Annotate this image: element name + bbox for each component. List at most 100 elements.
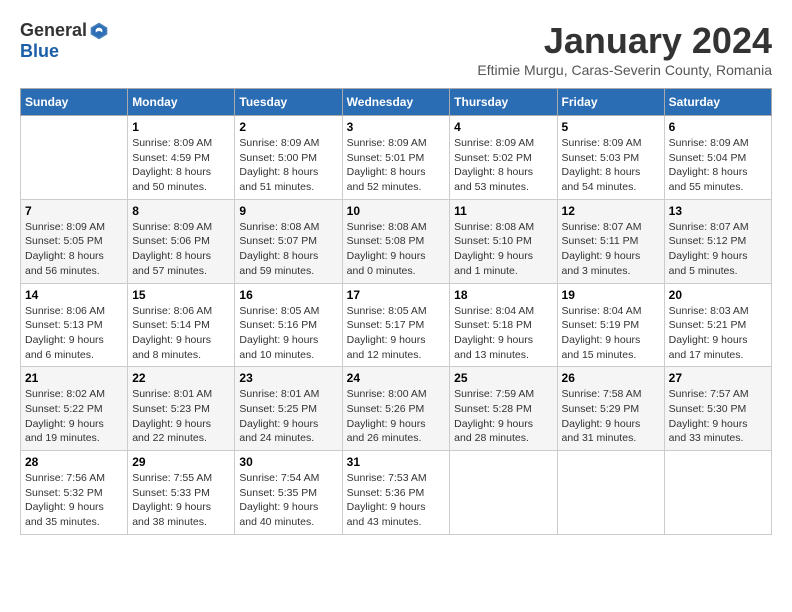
day-info: Sunrise: 7:56 AMSunset: 5:32 PMDaylight:…	[25, 471, 123, 530]
table-row	[450, 451, 557, 535]
calendar-week-row: 21 Sunrise: 8:02 AMSunset: 5:22 PMDayligh…	[21, 367, 772, 451]
day-number: 5	[562, 120, 660, 134]
day-number: 7	[25, 204, 123, 218]
day-info: Sunrise: 7:57 AMSunset: 5:30 PMDaylight:…	[669, 387, 767, 446]
day-info: Sunrise: 7:53 AMSunset: 5:36 PMDaylight:…	[347, 471, 446, 530]
day-number: 9	[239, 204, 337, 218]
day-number: 18	[454, 288, 552, 302]
table-row: 15 Sunrise: 8:06 AMSunset: 5:14 PMDayligh…	[128, 283, 235, 367]
day-info: Sunrise: 8:09 AMSunset: 5:04 PMDaylight:…	[669, 136, 767, 195]
day-info: Sunrise: 8:09 AMSunset: 4:59 PMDaylight:…	[132, 136, 230, 195]
table-row: 2 Sunrise: 8:09 AMSunset: 5:00 PMDaylight…	[235, 116, 342, 200]
table-row: 18 Sunrise: 8:04 AMSunset: 5:18 PMDayligh…	[450, 283, 557, 367]
table-row: 7 Sunrise: 8:09 AMSunset: 5:05 PMDaylight…	[21, 199, 128, 283]
table-row: 30Sunrise: 7:54 AMSunset: 5:35 PMDayligh…	[235, 451, 342, 535]
day-info: Sunrise: 7:59 AMSunset: 5:28 PMDaylight:…	[454, 387, 552, 446]
header-friday: Friday	[557, 89, 664, 116]
day-info: Sunrise: 8:08 AMSunset: 5:08 PMDaylight:…	[347, 220, 446, 279]
day-info: Sunrise: 8:09 AMSunset: 5:02 PMDaylight:…	[454, 136, 552, 195]
logo: General Blue	[20, 20, 109, 62]
header-sunday: Sunday	[21, 89, 128, 116]
day-number: 22	[132, 371, 230, 385]
day-info: Sunrise: 8:09 AMSunset: 5:01 PMDaylight:…	[347, 136, 446, 195]
table-row: 10 Sunrise: 8:08 AMSunset: 5:08 PMDayligh…	[342, 199, 450, 283]
day-info: Sunrise: 8:01 AMSunset: 5:23 PMDaylight:…	[132, 387, 230, 446]
logo-general-text: General	[20, 20, 87, 41]
day-number: 20	[669, 288, 767, 302]
table-row: 17 Sunrise: 8:05 AMSunset: 5:17 PMDayligh…	[342, 283, 450, 367]
day-number: 10	[347, 204, 446, 218]
day-number: 16	[239, 288, 337, 302]
day-info: Sunrise: 8:04 AMSunset: 5:19 PMDaylight:…	[562, 304, 660, 363]
day-info: Sunrise: 7:58 AMSunset: 5:29 PMDaylight:…	[562, 387, 660, 446]
table-row: 12 Sunrise: 8:07 AMSunset: 5:11 PMDayligh…	[557, 199, 664, 283]
table-row: 11Sunrise: 8:08 AMSunset: 5:10 PMDayligh…	[450, 199, 557, 283]
calendar-week-row: 1Sunrise: 8:09 AMSunset: 4:59 PMDaylight…	[21, 116, 772, 200]
table-row: 29 Sunrise: 7:55 AMSunset: 5:33 PMDayligh…	[128, 451, 235, 535]
table-row: 28 Sunrise: 7:56 AMSunset: 5:32 PMDayligh…	[21, 451, 128, 535]
day-info: Sunrise: 7:54 AMSunset: 5:35 PMDaylight:…	[239, 471, 337, 530]
table-row: 5Sunrise: 8:09 AMSunset: 5:03 PMDaylight…	[557, 116, 664, 200]
day-number: 29	[132, 455, 230, 469]
day-number: 19	[562, 288, 660, 302]
day-info: Sunrise: 8:09 AMSunset: 5:06 PMDaylight:…	[132, 220, 230, 279]
day-number: 28	[25, 455, 123, 469]
day-info: Sunrise: 8:07 AMSunset: 5:12 PMDaylight:…	[669, 220, 767, 279]
table-row: 3 Sunrise: 8:09 AMSunset: 5:01 PMDaylight…	[342, 116, 450, 200]
table-row: 14Sunrise: 8:06 AMSunset: 5:13 PMDayligh…	[21, 283, 128, 367]
table-row: 8 Sunrise: 8:09 AMSunset: 5:06 PMDaylight…	[128, 199, 235, 283]
table-row: 4 Sunrise: 8:09 AMSunset: 5:02 PMDaylight…	[450, 116, 557, 200]
day-number: 21	[25, 371, 123, 385]
day-info: Sunrise: 8:01 AMSunset: 5:25 PMDaylight:…	[239, 387, 337, 446]
table-row: 24Sunrise: 8:00 AMSunset: 5:26 PMDayligh…	[342, 367, 450, 451]
logo-icon	[89, 21, 109, 41]
calendar-week-row: 28 Sunrise: 7:56 AMSunset: 5:32 PMDayligh…	[21, 451, 772, 535]
day-number: 25	[454, 371, 552, 385]
month-title: January 2024	[477, 20, 772, 62]
table-row: 16 Sunrise: 8:05 AMSunset: 5:16 PMDayligh…	[235, 283, 342, 367]
day-number: 23	[239, 371, 337, 385]
day-info: Sunrise: 8:05 AMSunset: 5:17 PMDaylight:…	[347, 304, 446, 363]
table-row: 9Sunrise: 8:08 AMSunset: 5:07 PMDaylight…	[235, 199, 342, 283]
day-info: Sunrise: 8:07 AMSunset: 5:11 PMDaylight:…	[562, 220, 660, 279]
table-row: 23 Sunrise: 8:01 AMSunset: 5:25 PMDayligh…	[235, 367, 342, 451]
title-section: January 2024 Eftimie Murgu, Caras-Severi…	[477, 20, 772, 78]
day-info: Sunrise: 8:02 AMSunset: 5:22 PMDaylight:…	[25, 387, 123, 446]
day-info: Sunrise: 8:00 AMSunset: 5:26 PMDaylight:…	[347, 387, 446, 446]
table-row: 20 Sunrise: 8:03 AMSunset: 5:21 PMDayligh…	[664, 283, 771, 367]
header-saturday: Saturday	[664, 89, 771, 116]
day-info: Sunrise: 8:06 AMSunset: 5:14 PMDaylight:…	[132, 304, 230, 363]
day-number: 8	[132, 204, 230, 218]
table-row: 26Sunrise: 7:58 AMSunset: 5:29 PMDayligh…	[557, 367, 664, 451]
calendar-week-row: 14Sunrise: 8:06 AMSunset: 5:13 PMDayligh…	[21, 283, 772, 367]
day-info: Sunrise: 8:08 AMSunset: 5:10 PMDaylight:…	[454, 220, 552, 279]
day-number: 15	[132, 288, 230, 302]
header-wednesday: Wednesday	[342, 89, 450, 116]
table-row	[557, 451, 664, 535]
table-row: 27Sunrise: 7:57 AMSunset: 5:30 PMDayligh…	[664, 367, 771, 451]
day-number: 3	[347, 120, 446, 134]
header-tuesday: Tuesday	[235, 89, 342, 116]
day-info: Sunrise: 8:09 AMSunset: 5:00 PMDaylight:…	[239, 136, 337, 195]
day-info: Sunrise: 8:05 AMSunset: 5:16 PMDaylight:…	[239, 304, 337, 363]
day-number: 12	[562, 204, 660, 218]
table-row: 22 Sunrise: 8:01 AMSunset: 5:23 PMDayligh…	[128, 367, 235, 451]
day-number: 2	[239, 120, 337, 134]
table-row: 21 Sunrise: 8:02 AMSunset: 5:22 PMDayligh…	[21, 367, 128, 451]
day-info: Sunrise: 7:55 AMSunset: 5:33 PMDaylight:…	[132, 471, 230, 530]
table-row: 6 Sunrise: 8:09 AMSunset: 5:04 PMDaylight…	[664, 116, 771, 200]
table-row: 25 Sunrise: 7:59 AMSunset: 5:28 PMDayligh…	[450, 367, 557, 451]
day-info: Sunrise: 8:04 AMSunset: 5:18 PMDaylight:…	[454, 304, 552, 363]
day-number: 31	[347, 455, 446, 469]
calendar-header-row: Sunday Monday Tuesday Wednesday Thursday…	[21, 89, 772, 116]
header-monday: Monday	[128, 89, 235, 116]
day-info: Sunrise: 8:06 AMSunset: 5:13 PMDaylight:…	[25, 304, 123, 363]
table-row: 1Sunrise: 8:09 AMSunset: 4:59 PMDaylight…	[128, 116, 235, 200]
day-info: Sunrise: 8:03 AMSunset: 5:21 PMDaylight:…	[669, 304, 767, 363]
day-info: Sunrise: 8:09 AMSunset: 5:05 PMDaylight:…	[25, 220, 123, 279]
day-number: 17	[347, 288, 446, 302]
day-number: 4	[454, 120, 552, 134]
day-number: 13	[669, 204, 767, 218]
day-number: 6	[669, 120, 767, 134]
table-row: 13 Sunrise: 8:07 AMSunset: 5:12 PMDayligh…	[664, 199, 771, 283]
